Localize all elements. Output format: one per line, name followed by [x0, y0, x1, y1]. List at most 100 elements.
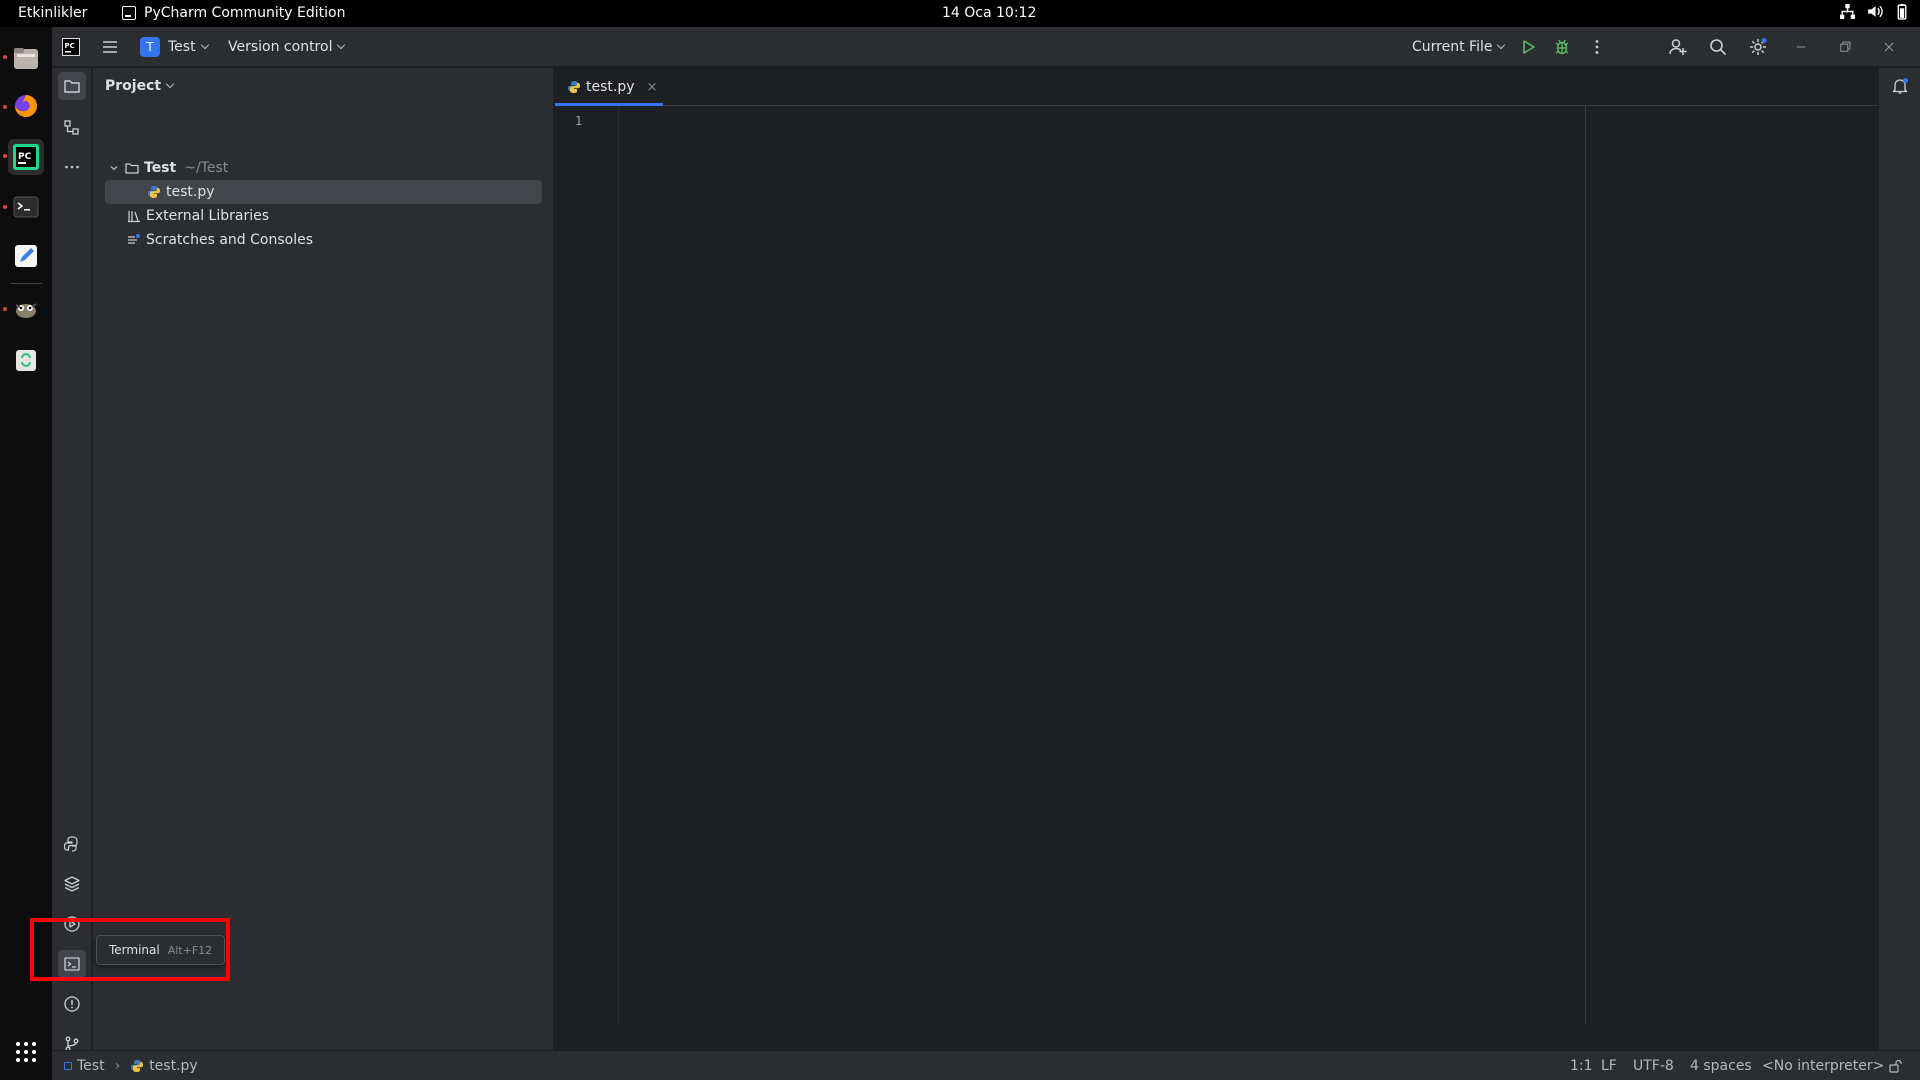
- app-grid-icon: [16, 1042, 36, 1062]
- code-text-area[interactable]: [620, 106, 1897, 1024]
- close-tab-icon[interactable]: ×: [647, 80, 658, 95]
- text-editor-icon: [15, 245, 37, 267]
- chevron-down-icon[interactable]: [107, 163, 121, 173]
- file-encoding[interactable]: UTF-8: [1633, 1051, 1674, 1080]
- run-config-selector[interactable]: Current File: [1412, 27, 1506, 67]
- battery-icon: [1897, 4, 1907, 20]
- dock-firefox[interactable]: [10, 90, 42, 122]
- tree-node-external-libraries[interactable]: External Libraries: [127, 204, 269, 228]
- dock-app-grid[interactable]: [10, 1036, 42, 1068]
- line-number: 1: [575, 114, 583, 128]
- dock-text-editor[interactable]: [10, 240, 42, 272]
- python-file-icon: [148, 186, 160, 198]
- running-indicator: [3, 307, 7, 311]
- minimize-icon: [1796, 46, 1806, 48]
- module-icon: [64, 1062, 72, 1070]
- main-toolbar: PC T Test Version control Current File: [52, 27, 1920, 67]
- editor-tab[interactable]: test.py ×: [555, 68, 663, 106]
- tree-node-file[interactable]: test.py: [147, 180, 215, 204]
- pycharm-logo-icon: PC: [62, 38, 80, 56]
- dock-terminal[interactable]: [10, 191, 42, 223]
- project-view-selector[interactable]: Project: [105, 78, 175, 94]
- svg-text:PC: PC: [18, 152, 32, 162]
- services-button[interactable]: [58, 910, 86, 938]
- vcs-widget[interactable]: Version control: [228, 27, 346, 67]
- gnome-top-bar: Etkinlikler PyCharm Community Edition 14…: [0, 0, 1920, 27]
- project-tool-button[interactable]: [58, 72, 86, 100]
- interpreter-selector[interactable]: <No interpreter>: [1762, 1051, 1884, 1080]
- close-window-button[interactable]: [1882, 27, 1896, 67]
- system-tray[interactable]: [1839, 3, 1910, 20]
- pycharm-mini-icon: [122, 6, 136, 20]
- file-name: test.py: [166, 184, 215, 200]
- structure-icon: [64, 120, 79, 135]
- run-config-label: Current File: [1412, 39, 1493, 55]
- more-horizontal-icon: [65, 165, 79, 169]
- python-console-button[interactable]: [58, 830, 86, 858]
- clock[interactable]: 14 Oca 10:12: [942, 5, 1036, 21]
- line-separator[interactable]: LF: [1601, 1051, 1617, 1080]
- folder-icon: [64, 80, 80, 93]
- dock-pycharm[interactable]: PC: [8, 139, 44, 175]
- dock-separator: [10, 283, 42, 284]
- tooltip-label: Terminal: [109, 943, 160, 957]
- editor-tab-bar: test.py ×: [555, 68, 1920, 106]
- hamburger-icon: [103, 41, 117, 53]
- notifications-button[interactable]: [1886, 72, 1914, 100]
- line-gutter: 1: [555, 106, 619, 1024]
- files-icon: [14, 48, 38, 69]
- status-bar: Test › test.py 1:1 LF UTF-8 4 spaces <No…: [52, 1050, 1920, 1080]
- caret-position[interactable]: 1:1: [1570, 1051, 1593, 1080]
- gear-icon: [1750, 38, 1767, 55]
- activities-button[interactable]: Etkinlikler: [18, 5, 87, 21]
- breadcrumb-file[interactable]: test.py: [149, 1058, 198, 1074]
- debug-button[interactable]: [1552, 27, 1572, 67]
- app-menu-label: PyCharm Community Edition: [144, 5, 346, 21]
- dock-gimp[interactable]: [10, 293, 42, 325]
- unlock-icon: [1889, 1059, 1902, 1073]
- running-indicator: [3, 154, 7, 158]
- more-vertical-icon: [1595, 40, 1599, 54]
- dock-trash[interactable]: [10, 344, 42, 376]
- structure-tool-button[interactable]: [58, 114, 86, 142]
- code-with-me-button[interactable]: [1668, 27, 1688, 67]
- right-margin-guide: [1585, 106, 1586, 1024]
- search-everywhere-button[interactable]: [1708, 27, 1728, 67]
- trash-icon: [16, 350, 36, 371]
- pycharm-icon: PC: [13, 144, 39, 170]
- bug-icon: [1555, 39, 1569, 55]
- problems-tool-button[interactable]: [58, 990, 86, 1018]
- breadcrumb-chevron-icon: ›: [114, 1058, 121, 1074]
- terminal-tool-button[interactable]: [58, 950, 86, 978]
- minimize-button[interactable]: [1794, 27, 1808, 67]
- firefox-icon: [15, 95, 37, 117]
- pycharm-window: PC T Test Version control Current File P…: [52, 27, 1920, 1080]
- scratches-icon: [128, 234, 140, 244]
- tree-node-project-root[interactable]: Test ~/Test: [107, 156, 228, 180]
- indent-setting[interactable]: 4 spaces: [1690, 1051, 1752, 1080]
- project-badge: T: [140, 37, 160, 57]
- more-tool-windows-button[interactable]: [58, 153, 86, 181]
- read-only-toggle[interactable]: [1888, 1051, 1902, 1080]
- run-button[interactable]: [1518, 27, 1538, 67]
- dock-files[interactable]: [10, 42, 42, 74]
- project-switcher[interactable]: T Test: [140, 27, 209, 67]
- chevron-down-icon: [165, 79, 175, 89]
- right-tool-window-bar: [1878, 68, 1920, 1050]
- library-icon: [128, 211, 140, 223]
- project-panel-title: Project: [105, 78, 162, 94]
- breadcrumb[interactable]: Test › test.py: [64, 1051, 198, 1080]
- chevron-down-icon: [200, 40, 209, 50]
- terminal-app-icon: [13, 196, 39, 218]
- left-tool-window-bar: [52, 68, 92, 1052]
- tree-node-scratches[interactable]: Scratches and Consoles: [127, 228, 313, 252]
- external-libraries-label: External Libraries: [146, 208, 269, 224]
- python-packages-button[interactable]: [58, 870, 86, 898]
- main-menu-button[interactable]: [100, 27, 120, 67]
- more-actions-button[interactable]: [1587, 27, 1607, 67]
- breadcrumb-project[interactable]: Test: [77, 1058, 105, 1074]
- settings-button[interactable]: [1748, 27, 1768, 67]
- pycharm-logo[interactable]: PC: [62, 27, 80, 67]
- restore-button[interactable]: [1838, 27, 1852, 67]
- app-menu[interactable]: PyCharm Community Edition: [122, 5, 345, 21]
